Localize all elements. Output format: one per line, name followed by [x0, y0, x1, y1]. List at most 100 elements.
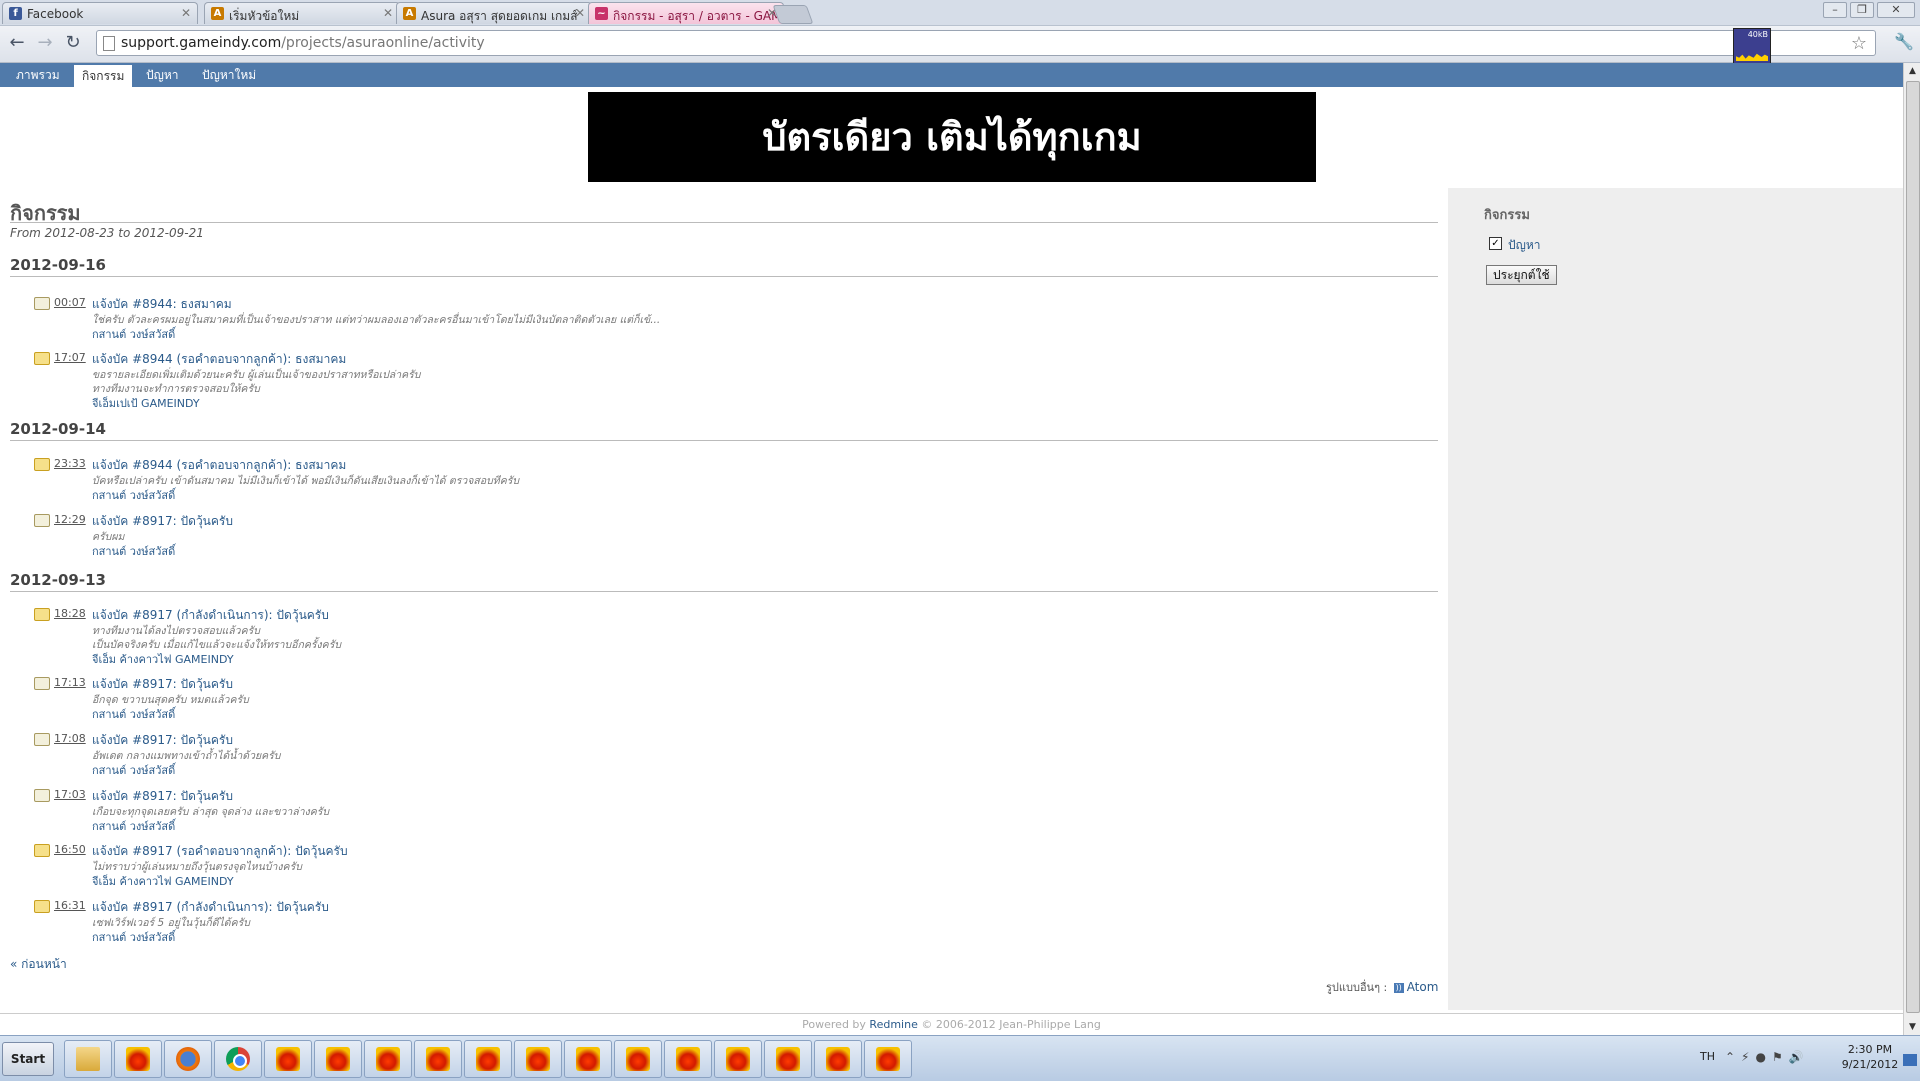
activity-time[interactable]: 17:13: [54, 676, 86, 689]
asura-game-icon: [676, 1047, 700, 1071]
note-icon: [34, 789, 50, 802]
asura-game-icon: [126, 1047, 150, 1071]
browser-toolbar: ← → ↻ support.gameindy.com/projects/asur…: [0, 26, 1920, 63]
scroll-down-arrow-icon[interactable]: ▼: [1904, 1019, 1920, 1035]
back-icon[interactable]: ←: [6, 32, 28, 54]
taskbar-button[interactable]: [564, 1040, 612, 1078]
taskbar-button[interactable]: [514, 1040, 562, 1078]
issues-filter-checkbox[interactable]: ✓: [1489, 237, 1502, 250]
minimize-button[interactable]: –: [1823, 2, 1847, 18]
browser-tab[interactable]: A Asura อสุรา สุดยอดเกม เกมส์ ✕: [396, 2, 592, 24]
asura-game-icon: [476, 1047, 500, 1071]
activity-time[interactable]: 17:08: [54, 732, 86, 745]
asura-game-icon: [376, 1047, 400, 1071]
activity-time[interactable]: 12:29: [54, 513, 86, 526]
browser-tab[interactable]: A เริ่มหัวข้อใหม่ ✕: [204, 2, 400, 24]
activity-time[interactable]: 16:50: [54, 843, 86, 856]
taskbar-button[interactable]: [314, 1040, 362, 1078]
reload-icon[interactable]: ↻: [62, 32, 84, 54]
asura-game-icon: [576, 1047, 600, 1071]
taskbar-button[interactable]: [264, 1040, 312, 1078]
taskbar-button[interactable]: [464, 1040, 512, 1078]
activity-author-link[interactable]: กสานต์ วงษ์สวัสดิ์: [92, 325, 175, 343]
new-tab-button[interactable]: [772, 5, 814, 24]
language-indicator[interactable]: TH: [1700, 1050, 1715, 1063]
note-icon: [34, 514, 50, 527]
maximize-button[interactable]: ❐: [1850, 2, 1874, 18]
activity-author-link[interactable]: กสานต์ วงษ์สวัสดิ์: [92, 705, 175, 723]
tab-new-issue[interactable]: ปัญหาใหม่: [194, 63, 264, 87]
system-clock[interactable]: 2:30 PM 9/21/2012: [1840, 1042, 1900, 1072]
day-heading: 2012-09-16: [10, 256, 106, 274]
network-meter-widget: 40kB: [1733, 28, 1771, 64]
activity-author-link[interactable]: กสานต์ วงษ์สวัสดิ์: [92, 542, 175, 560]
tab-title: เริ่มหัวข้อใหม่: [229, 9, 300, 23]
system-tray-icons[interactable]: ⌃⚡●⚑🔊: [1725, 1050, 1810, 1064]
taskbar-button[interactable]: [714, 1040, 762, 1078]
activity-time[interactable]: 16:31: [54, 899, 86, 912]
activity-author-link[interactable]: จีเอ็ม ค้างคาวไฟ GAMEINDY: [92, 872, 234, 890]
activity-author-link[interactable]: กสานต์ วงษ์สวัสดิ์: [92, 817, 175, 835]
tab-close-icon[interactable]: ✕: [575, 6, 585, 20]
activity-author-link[interactable]: จีเอ็มเปเป้ GAMEINDY: [92, 394, 200, 412]
taskbar-button[interactable]: [864, 1040, 912, 1078]
page-scrollbar[interactable]: ▲ ▼: [1903, 63, 1920, 1035]
address-bar[interactable]: support.gameindy.com/projects/asuraonlin…: [96, 30, 1876, 56]
browser-tab[interactable]: f Facebook ✕: [2, 2, 198, 24]
activity-time[interactable]: 17:07: [54, 351, 86, 364]
activity-author-link[interactable]: กสานต์ วงษ์สวัสดิ์: [92, 928, 175, 946]
ticket-icon: [34, 900, 50, 913]
bookmark-star-icon[interactable]: ☆: [1851, 33, 1867, 54]
footer-prefix: Powered by: [802, 1018, 866, 1031]
redmine-link[interactable]: Redmine: [869, 1018, 917, 1031]
taskbar-button[interactable]: [664, 1040, 712, 1078]
ad-banner[interactable]: บัตรเดียว เติมได้ทุกเกม: [588, 92, 1316, 182]
taskbar-button[interactable]: [164, 1040, 212, 1078]
taskbar-button[interactable]: [114, 1040, 162, 1078]
activity-time[interactable]: 23:33: [54, 457, 86, 470]
start-button[interactable]: Start: [2, 1042, 54, 1076]
previous-page-link[interactable]: « ก่อนหน้า: [10, 955, 67, 974]
taskbar-button[interactable]: [764, 1040, 812, 1078]
scroll-up-arrow-icon[interactable]: ▲: [1904, 63, 1920, 79]
asura-icon: A: [211, 7, 224, 20]
scrollbar-thumb[interactable]: [1906, 81, 1920, 1013]
taskbar-button[interactable]: [414, 1040, 462, 1078]
taskbar-button[interactable]: [64, 1040, 112, 1078]
tab-overview[interactable]: ภาพรวม: [8, 63, 68, 87]
activity-author-link[interactable]: กสานต์ วงษ์สวัสดิ์: [92, 486, 175, 504]
apply-button[interactable]: ประยุกต์ใช้: [1486, 265, 1557, 285]
tab-title: Asura อสุรา สุดยอดเกม เกมส์: [421, 9, 578, 23]
taskbar-button[interactable]: [614, 1040, 662, 1078]
activity-author-link[interactable]: จีเอ็ม ค้างคาวไฟ GAMEINDY: [92, 650, 234, 668]
show-desktop-button[interactable]: [1903, 1054, 1917, 1066]
edit-icon: [34, 352, 50, 365]
atom-feed-link[interactable]: Atom: [1407, 980, 1439, 994]
activity-author-link[interactable]: กสานต์ วงษ์สวัสดิ์: [92, 761, 175, 779]
sidebar: [1448, 188, 1903, 1010]
tab-close-icon[interactable]: ✕: [181, 6, 191, 20]
activity-time[interactable]: 17:03: [54, 788, 86, 801]
taskbar-button[interactable]: [814, 1040, 862, 1078]
ticket-icon: [34, 458, 50, 471]
day-divider: [10, 276, 1438, 277]
close-window-button[interactable]: ✕: [1877, 2, 1915, 18]
taskbar-button[interactable]: [214, 1040, 262, 1078]
tab-activity[interactable]: กิจกรรม: [74, 65, 133, 87]
chrome-icon: [226, 1047, 250, 1071]
activity-time[interactable]: 00:07: [54, 296, 86, 309]
tab-close-icon[interactable]: ✕: [383, 6, 393, 20]
tab-title: กิจกรรม - อสุรา / อวตาร - GAM: [613, 9, 782, 23]
wrench-icon[interactable]: 🔧: [1894, 32, 1914, 51]
activity-time[interactable]: 18:28: [54, 607, 86, 620]
note-icon: [34, 677, 50, 690]
forward-icon[interactable]: →: [34, 32, 56, 54]
issues-filter-label[interactable]: ปัญหา: [1508, 236, 1541, 255]
page-footer: Powered by Redmine © 2006-2012 Jean-Phil…: [0, 1013, 1903, 1036]
taskbar-button[interactable]: [364, 1040, 412, 1078]
explorer-icon: [76, 1047, 100, 1071]
tab-issues[interactable]: ปัญหา: [138, 63, 187, 87]
browser-tab[interactable]: ~ กิจกรรม - อสุรา / อวตาร - GAM ✕: [588, 2, 784, 24]
tab-title: Facebook: [27, 7, 84, 21]
clock-date: 9/21/2012: [1841, 1058, 1899, 1071]
